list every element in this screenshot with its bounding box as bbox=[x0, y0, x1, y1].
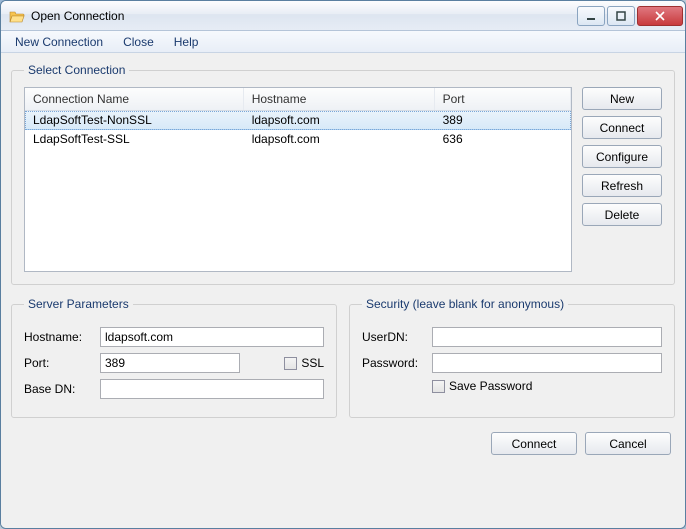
hostname-input[interactable] bbox=[100, 327, 324, 347]
userdn-label: UserDN: bbox=[362, 330, 426, 344]
port-label: Port: bbox=[24, 356, 94, 370]
save-password-label: Save Password bbox=[449, 379, 532, 393]
refresh-button[interactable]: Refresh bbox=[582, 174, 662, 197]
connection-table-wrap[interactable]: Connection Name Hostname Port LdapSoftTe… bbox=[24, 87, 572, 272]
col-connection-name[interactable]: Connection Name bbox=[25, 88, 243, 111]
dialog-footer: Connect Cancel bbox=[11, 418, 675, 455]
col-hostname[interactable]: Hostname bbox=[243, 88, 434, 111]
table-cell: LdapSoftTest-NonSSL bbox=[25, 111, 243, 130]
footer-cancel-button[interactable]: Cancel bbox=[585, 432, 671, 455]
security-legend: Security (leave blank for anonymous) bbox=[362, 297, 568, 311]
menu-new-connection[interactable]: New Connection bbox=[7, 33, 111, 51]
basedn-label: Base DN: bbox=[24, 382, 94, 396]
minimize-button[interactable] bbox=[577, 6, 605, 26]
server-parameters-legend: Server Parameters bbox=[24, 297, 133, 311]
window-title: Open Connection bbox=[31, 9, 575, 23]
select-connection-group: Select Connection Connection Name Hostna… bbox=[11, 63, 675, 285]
footer-connect-button[interactable]: Connect bbox=[491, 432, 577, 455]
titlebar[interactable]: Open Connection bbox=[1, 1, 685, 31]
table-cell: ldapsoft.com bbox=[243, 130, 434, 149]
dialog-window: Open Connection New Connection Close Hel… bbox=[0, 0, 686, 529]
configure-button[interactable]: Configure bbox=[582, 145, 662, 168]
table-row[interactable]: LdapSoftTest-NonSSLldapsoft.com389 bbox=[25, 111, 571, 130]
basedn-input[interactable] bbox=[100, 379, 324, 399]
hostname-label: Hostname: bbox=[24, 330, 94, 344]
new-button[interactable]: New bbox=[582, 87, 662, 110]
menubar: New Connection Close Help bbox=[1, 31, 685, 53]
content-area: Select Connection Connection Name Hostna… bbox=[1, 53, 685, 528]
port-input[interactable] bbox=[100, 353, 240, 373]
password-label: Password: bbox=[362, 356, 426, 370]
maximize-button[interactable] bbox=[607, 6, 635, 26]
side-button-column: New Connect Configure Refresh Delete bbox=[582, 87, 662, 226]
close-window-button[interactable] bbox=[637, 6, 683, 26]
table-cell: 389 bbox=[434, 111, 570, 130]
menu-help[interactable]: Help bbox=[166, 33, 207, 51]
checkbox-icon bbox=[432, 380, 445, 393]
table-cell: LdapSoftTest-SSL bbox=[25, 130, 243, 149]
folder-open-icon bbox=[9, 8, 25, 24]
security-group: Security (leave blank for anonymous) Use… bbox=[349, 297, 675, 418]
connection-table: Connection Name Hostname Port LdapSoftTe… bbox=[25, 88, 571, 148]
checkbox-icon bbox=[284, 357, 297, 370]
table-row[interactable]: LdapSoftTest-SSLldapsoft.com636 bbox=[25, 130, 571, 149]
table-cell: 636 bbox=[434, 130, 570, 149]
connect-button[interactable]: Connect bbox=[582, 116, 662, 139]
ssl-checkbox[interactable]: SSL bbox=[284, 356, 324, 370]
userdn-input[interactable] bbox=[432, 327, 662, 347]
password-input[interactable] bbox=[432, 353, 662, 373]
col-port[interactable]: Port bbox=[434, 88, 570, 111]
delete-button[interactable]: Delete bbox=[582, 203, 662, 226]
menu-close[interactable]: Close bbox=[115, 33, 162, 51]
save-password-checkbox[interactable]: Save Password bbox=[432, 379, 532, 393]
select-connection-legend: Select Connection bbox=[24, 63, 129, 77]
ssl-checkbox-label: SSL bbox=[301, 356, 324, 370]
server-parameters-group: Server Parameters Hostname: Port: SSL Ba… bbox=[11, 297, 337, 418]
table-cell: ldapsoft.com bbox=[243, 111, 434, 130]
